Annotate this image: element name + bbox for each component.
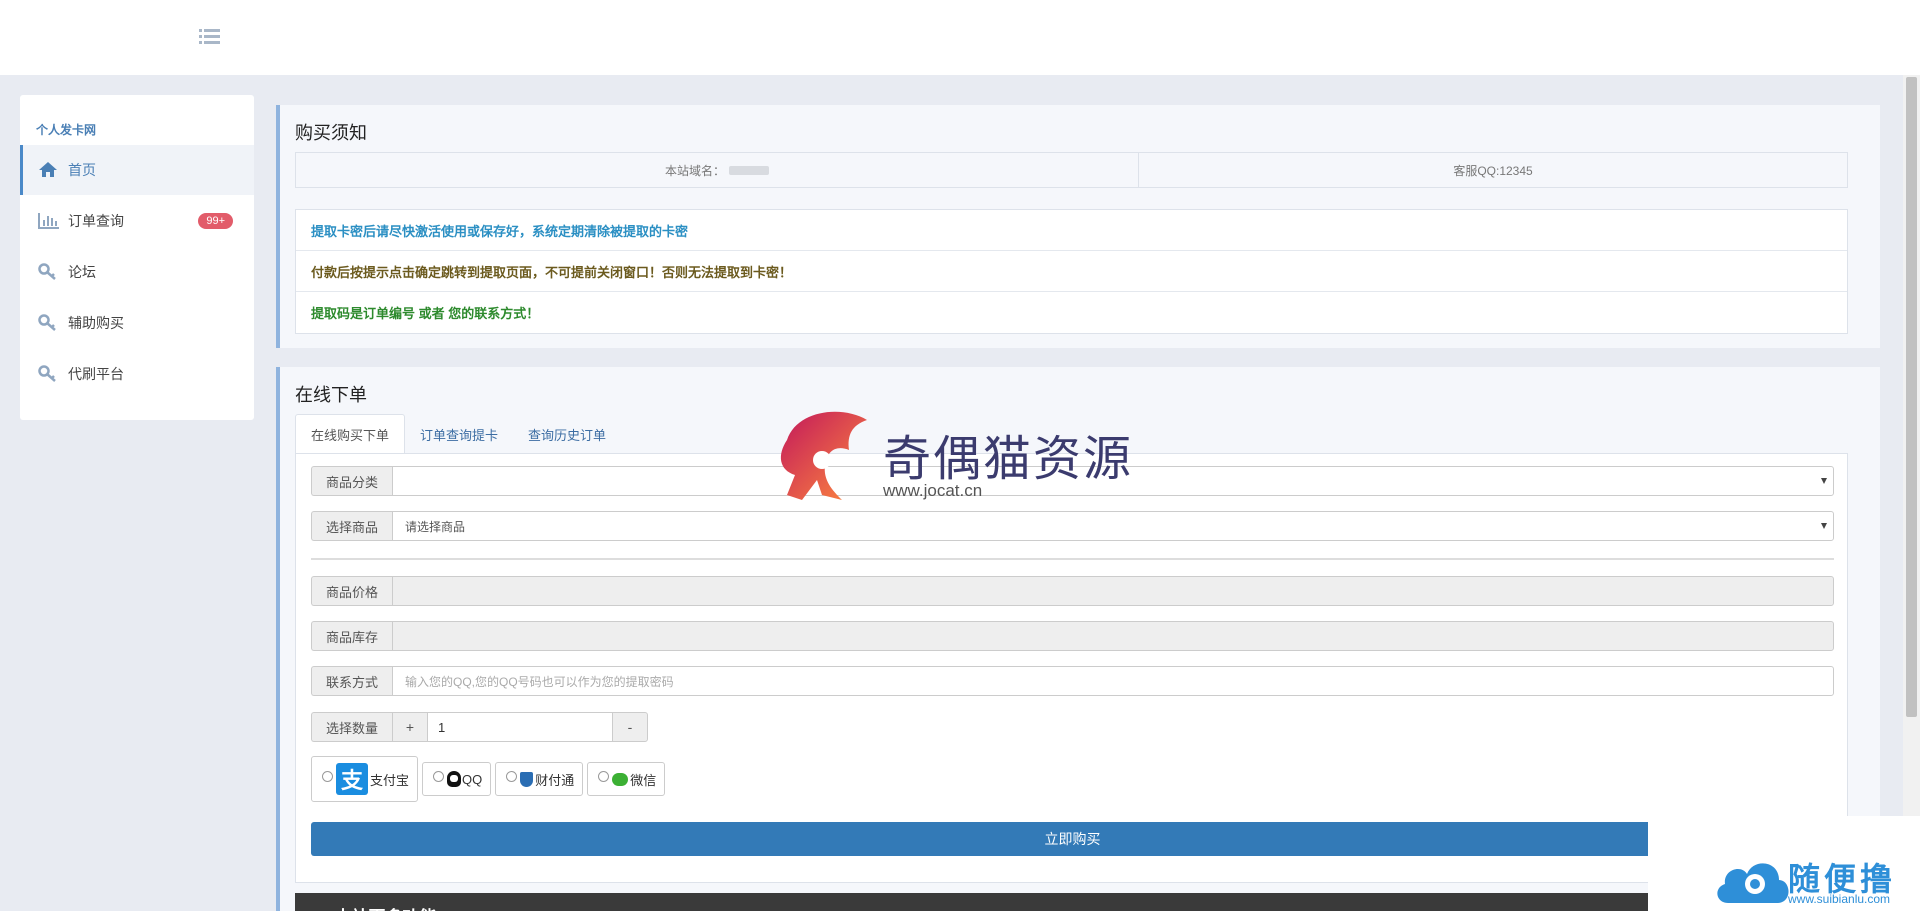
jocat-watermark: 奇偶猫资源 www.jocat.cn xyxy=(767,405,1147,505)
contact-input[interactable]: 输入您的QQ,您的QQ号码也可以作为您的提取密码 xyxy=(392,666,1834,696)
notice-item: 提取码是订单编号 或者 您的联系方式！ xyxy=(311,306,540,321)
top-bar xyxy=(0,0,1920,75)
tab-history-orders[interactable]: 查询历史订单 xyxy=(513,414,621,454)
quantity-input[interactable]: 1 xyxy=(428,712,612,742)
site-name: 个人发卡网 xyxy=(36,123,97,137)
corner-watermark-url: www.suibianlu.com xyxy=(1788,892,1891,906)
stock-row: 商品库存 xyxy=(311,621,1834,651)
radio-button[interactable] xyxy=(506,770,518,782)
price-label: 商品价格 xyxy=(311,576,392,606)
sidebar-item-label: 订单查询 xyxy=(68,213,124,229)
notice-item: 提取卡密后请尽快激活使用或保存好，系统定期清除被提取的卡密 xyxy=(296,210,1847,251)
wechat-icon xyxy=(612,772,629,786)
sidebar-item-label: 论坛 xyxy=(68,264,96,280)
radio-button[interactable] xyxy=(433,770,445,782)
panel-title: 在线下单 xyxy=(295,385,367,405)
quantity-row: 选择数量 + 1 - xyxy=(311,712,648,742)
sidebar-item-assist-buy[interactable]: 辅助购买 xyxy=(20,298,254,348)
sidebar-item-proxy-platform[interactable]: 代刷平台 xyxy=(20,349,254,399)
sidebar-item-label: 辅助购买 xyxy=(68,315,124,331)
home-icon xyxy=(38,161,60,179)
product-row: 选择商品 请选择商品 xyxy=(311,511,1834,541)
bar-chart-icon xyxy=(38,212,60,230)
sidebar-item-forum[interactable]: 论坛 xyxy=(20,247,254,297)
pay-option-wechat[interactable]: 微信 xyxy=(587,762,666,796)
chevron-down-icon xyxy=(1821,523,1827,529)
page-scrollbar[interactable] xyxy=(1903,75,1920,911)
order-count-badge: 99+ xyxy=(198,213,233,229)
payment-options: 支 支付宝 QQ 财付通 微信 xyxy=(311,756,666,802)
qq-icon xyxy=(447,771,462,787)
menu-toggle-icon[interactable] xyxy=(199,28,221,46)
quantity-plus-button[interactable]: + xyxy=(392,712,428,742)
purchase-notice-panel: 购买须知 本站域名： 客服QQ:12345 提取卡密后请尽快激活使用或保存好，系… xyxy=(276,105,1880,348)
tab-order-query[interactable]: 订单查询提卡 xyxy=(405,414,513,454)
radio-button[interactable] xyxy=(322,770,333,782)
more-features-header: ◎ 本站更多功能 xyxy=(295,893,1848,911)
quantity-minus-button[interactable]: - xyxy=(612,712,648,742)
radio-button[interactable] xyxy=(598,770,610,782)
key-icon xyxy=(38,263,60,281)
chevron-down-icon xyxy=(1821,478,1827,484)
contact-label: 联系方式 xyxy=(311,666,392,696)
sidebar: 个人发卡网 首页 订单查询 99+ 论坛 辅助购买 代刷平台 xyxy=(20,95,254,420)
suibianlu-watermark: 随便撸 www.suibianlu.com xyxy=(1648,816,1920,911)
buy-now-button[interactable]: 立即购买 xyxy=(311,822,1834,856)
alipay-icon: 支 xyxy=(336,763,368,795)
tab-online-purchase[interactable]: 在线购买下单 xyxy=(295,414,406,454)
price-row: 商品价格 xyxy=(311,576,1834,606)
notice-list: 提取卡密后请尽快激活使用或保存好，系统定期清除被提取的卡密 付款后按提示点击确定… xyxy=(295,209,1848,334)
cloud-logo-icon xyxy=(1717,863,1789,903)
pay-option-alipay[interactable]: 支 支付宝 xyxy=(311,756,419,802)
domain-cell: 本站域名： xyxy=(296,153,1139,187)
sidebar-item-label: 代刷平台 xyxy=(68,366,124,382)
price-field xyxy=(392,576,1834,606)
form-divider xyxy=(311,558,1834,560)
watermark-url: www.jocat.cn xyxy=(883,481,983,500)
site-info-table: 本站域名： 客服QQ:12345 xyxy=(295,152,1848,188)
stock-field xyxy=(392,621,1834,651)
category-label: 商品分类 xyxy=(311,466,392,496)
service-qq: 客服QQ:12345 xyxy=(1453,163,1533,178)
stock-label: 商品库存 xyxy=(311,621,392,651)
product-select[interactable]: 请选择商品 xyxy=(392,511,1834,541)
pay-option-tenpay[interactable]: 财付通 xyxy=(495,762,584,796)
key-icon xyxy=(38,314,60,332)
sidebar-item-order-query[interactable]: 订单查询 99+ xyxy=(20,196,254,246)
order-tabs: 在线购买下单 订单查询提卡 查询历史订单 xyxy=(295,414,621,454)
sidebar-item-label: 首页 xyxy=(68,162,96,178)
watermark-text: 奇偶猫资源 xyxy=(883,433,1134,486)
product-label: 选择商品 xyxy=(311,511,392,541)
domain-label: 本站域名： xyxy=(664,163,725,178)
pay-option-qq[interactable]: QQ xyxy=(422,762,492,796)
tenpay-icon xyxy=(520,771,534,787)
contact-row: 联系方式 输入您的QQ,您的QQ号码也可以作为您的提取密码 xyxy=(311,666,1834,696)
scrollbar-thumb[interactable] xyxy=(1906,77,1917,717)
key-icon xyxy=(38,365,60,383)
domain-redacted xyxy=(729,165,769,175)
quantity-label: 选择数量 xyxy=(311,712,392,742)
spartan-helmet-logo-icon xyxy=(780,411,867,500)
panel-title: 购买须知 xyxy=(295,123,367,143)
notice-item: 付款后按提示点击确定跳转到提取页面，不可提前关闭窗口！否则无法提取到卡密！ xyxy=(296,251,1847,292)
order-form: 商品分类 选择商品 请选择商品 商品价格 商品库存 联系方式 输入您的QQ,您的… xyxy=(295,453,1848,883)
sidebar-item-home[interactable]: 首页 xyxy=(20,145,254,195)
